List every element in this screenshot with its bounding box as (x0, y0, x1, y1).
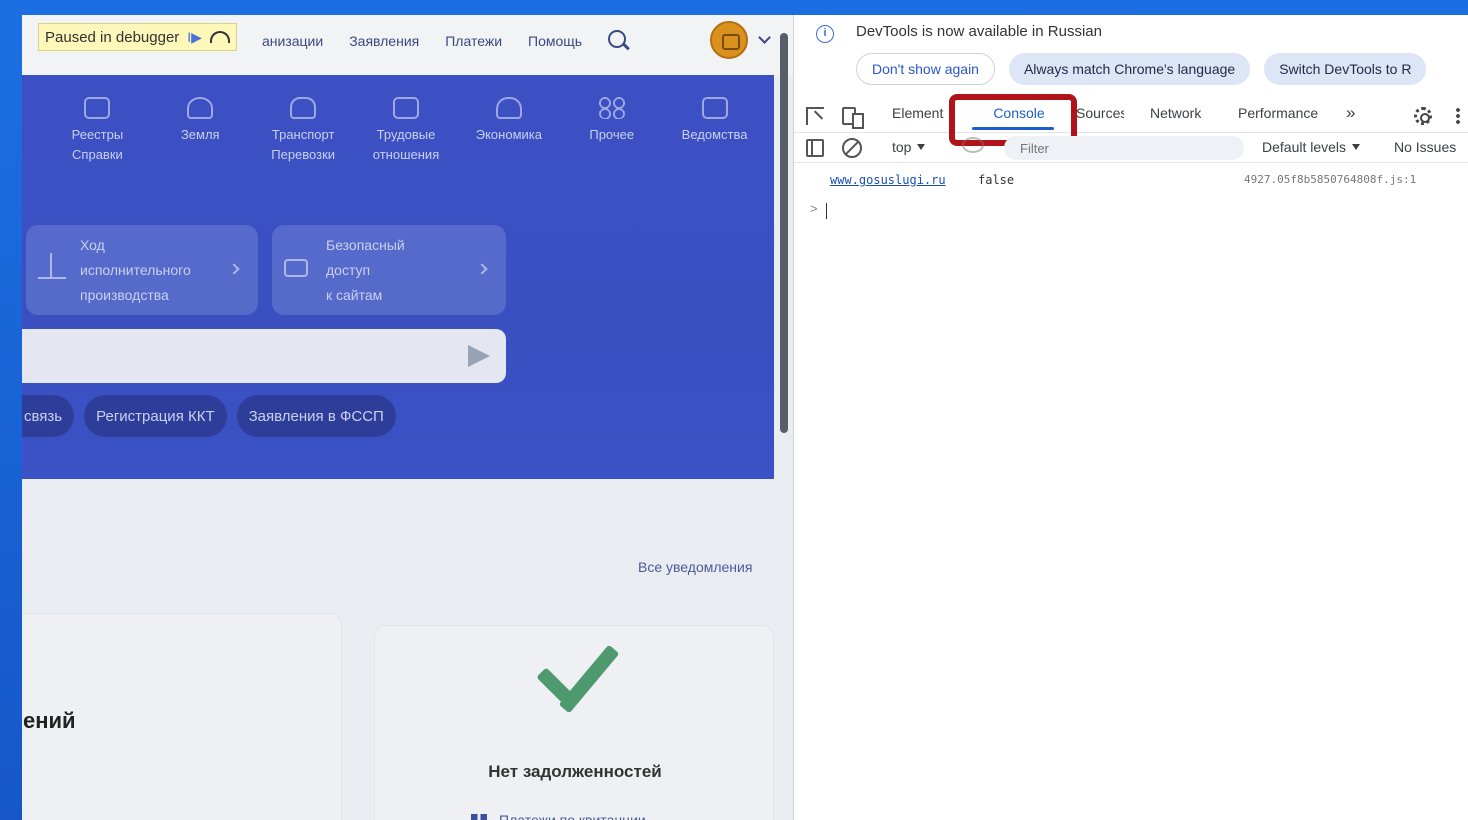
category-label: Транспорт Перевозки (271, 127, 336, 162)
no-debt-text: Нет задолженностей (488, 762, 662, 781)
language-infobar: i DevTools is now available in Russian D… (794, 15, 1468, 99)
tab-performance[interactable]: Performance (1238, 105, 1318, 121)
category-label: Земля (180, 127, 220, 142)
devtools-panel: i DevTools is now available in Russian D… (793, 15, 1468, 820)
receipt-payments-label: Платежи по квитанции (499, 812, 646, 820)
switch-language-button[interactable]: Switch DevTools to R (1264, 53, 1427, 85)
category-label: Экономика (475, 127, 542, 142)
tile-enforcement[interactable]: Ход исполнительного производства (26, 225, 258, 315)
context-select[interactable]: top (892, 139, 926, 155)
grid-icon (598, 97, 625, 119)
devtools-tabbar: Elements Console Sources Network Perform… (794, 99, 1468, 133)
tab-network[interactable]: Network (1150, 105, 1201, 121)
sidebar-toggle-icon[interactable] (806, 139, 824, 157)
category-label: Прочее (589, 127, 635, 142)
chip-kkt-registration[interactable]: Регистрация ККТ (84, 395, 227, 437)
more-tabs-icon[interactable]: » (1346, 103, 1356, 123)
log-link[interactable]: www.gosuslugi.ru (830, 173, 946, 187)
page-scrollbar[interactable] (780, 33, 788, 433)
car-icon (290, 97, 317, 119)
chip-fssp-applications[interactable]: Заявления в ФССП (236, 395, 396, 437)
tile-secure-access[interactable]: Безопасный доступ к сайтам (272, 225, 506, 315)
category-transport[interactable]: Транспорт Перевозки (252, 97, 355, 165)
category-row: Реестры Справки Земля Транспорт Перевозк… (46, 97, 766, 165)
gear-icon[interactable] (1414, 107, 1432, 125)
caret-down-icon (1352, 144, 1361, 150)
bag-icon (495, 97, 522, 119)
device-toolbar-icon[interactable] (842, 107, 864, 129)
more-options-icon[interactable] (1456, 107, 1460, 125)
category-label: Ведомства (681, 127, 748, 142)
log-levels-select[interactable]: Default levels (1262, 139, 1361, 155)
site-search-input[interactable] (22, 329, 506, 383)
debts-card: Нет задолженностей Платежи по квитанции (374, 625, 774, 820)
match-language-button[interactable]: Always match Chrome's language (1008, 53, 1251, 85)
infobar-text: DevTools is now available in Russian (856, 23, 1102, 40)
category-label: Трудовые отношения (372, 127, 440, 162)
context-value: top (892, 139, 912, 155)
hero-section: Реестры Справки Земля Транспорт Перевозк… (22, 75, 774, 479)
category-label: Реестры Справки (71, 127, 124, 162)
monitor-icon (284, 259, 308, 277)
barcode-icon (471, 814, 487, 820)
briefcase-icon (393, 97, 419, 119)
paused-label: Paused in debugger (45, 28, 180, 46)
log-value: false (978, 173, 1015, 187)
category-land[interactable]: Земля (149, 97, 252, 165)
clear-console-icon[interactable] (842, 138, 862, 158)
caret-down-icon (917, 144, 926, 150)
console-input-cursor[interactable] (826, 203, 827, 219)
emblem-icon (701, 97, 728, 119)
chevron-down-icon[interactable] (758, 31, 771, 44)
nav-applications[interactable]: Заявления (349, 33, 419, 49)
card-title: ений (23, 708, 76, 733)
site-header: Paused in debugger I▶ анизации Заявления… (22, 15, 793, 75)
site-nav: анизации Заявления Платежи Помощь (262, 15, 630, 67)
check-icon (530, 654, 620, 724)
issues-counter[interactable]: No Issues (1394, 139, 1456, 155)
chevron-right-icon (476, 263, 488, 275)
levels-label: Default levels (1262, 139, 1347, 155)
log-source-link[interactable]: 4927.05f8b5850764808f.js:1 (1244, 173, 1416, 186)
category-economy[interactable]: Экономика (457, 97, 560, 165)
inspect-element-icon[interactable] (806, 107, 824, 125)
console-prompt: > (810, 201, 818, 216)
step-over-icon[interactable] (209, 31, 230, 43)
chip-communication[interactable]: связь (22, 395, 75, 437)
nav-help[interactable]: Помощь (528, 33, 582, 49)
quick-chips: связь Регистрация ККТ Заявления в ФССП (22, 395, 396, 437)
tile-label: Безопасный доступ к сайтам (326, 237, 405, 303)
info-icon: i (816, 25, 834, 43)
tab-sources[interactable]: Sources (1076, 105, 1124, 121)
console-filter-input[interactable] (1004, 136, 1244, 160)
tile-label: Ход исполнительного производства (80, 237, 191, 303)
avatar[interactable] (710, 21, 748, 59)
search-icon[interactable] (608, 30, 630, 52)
infobar-buttons: Don't show again Always match Chrome's l… (856, 53, 1427, 85)
dont-show-again-button[interactable]: Don't show again (856, 53, 995, 85)
resume-icon[interactable]: I▶ (187, 29, 202, 46)
category-registries[interactable]: Реестры Справки (46, 97, 149, 165)
debugger-paused-banner: Paused in debugger I▶ (38, 23, 237, 51)
scales-icon (38, 253, 66, 279)
send-icon[interactable] (468, 345, 490, 367)
nav-organizations[interactable]: анизации (262, 33, 323, 49)
console-message: www.gosuslugi.ru false 4927.05f8b5850764… (794, 173, 1468, 193)
website-viewport: Paused in debugger I▶ анизации Заявления… (22, 15, 793, 820)
all-notifications-link[interactable]: Все уведомления (638, 559, 752, 575)
category-agencies[interactable]: Ведомства (663, 97, 766, 165)
chevron-right-icon (228, 263, 240, 275)
home-icon (187, 97, 214, 119)
notifications-card: ений (22, 613, 342, 820)
document-icon (84, 97, 111, 119)
tab-elements[interactable]: Elements (892, 105, 944, 121)
category-other[interactable]: Прочее (560, 97, 663, 165)
receipt-payments-link[interactable]: Платежи по квитанции (471, 812, 646, 820)
eye-icon[interactable] (962, 137, 984, 153)
nav-payments[interactable]: Платежи (445, 33, 502, 49)
category-labor[interactable]: Трудовые отношения (355, 97, 458, 165)
console-toolbar: top Default levels No Issues (794, 133, 1468, 163)
